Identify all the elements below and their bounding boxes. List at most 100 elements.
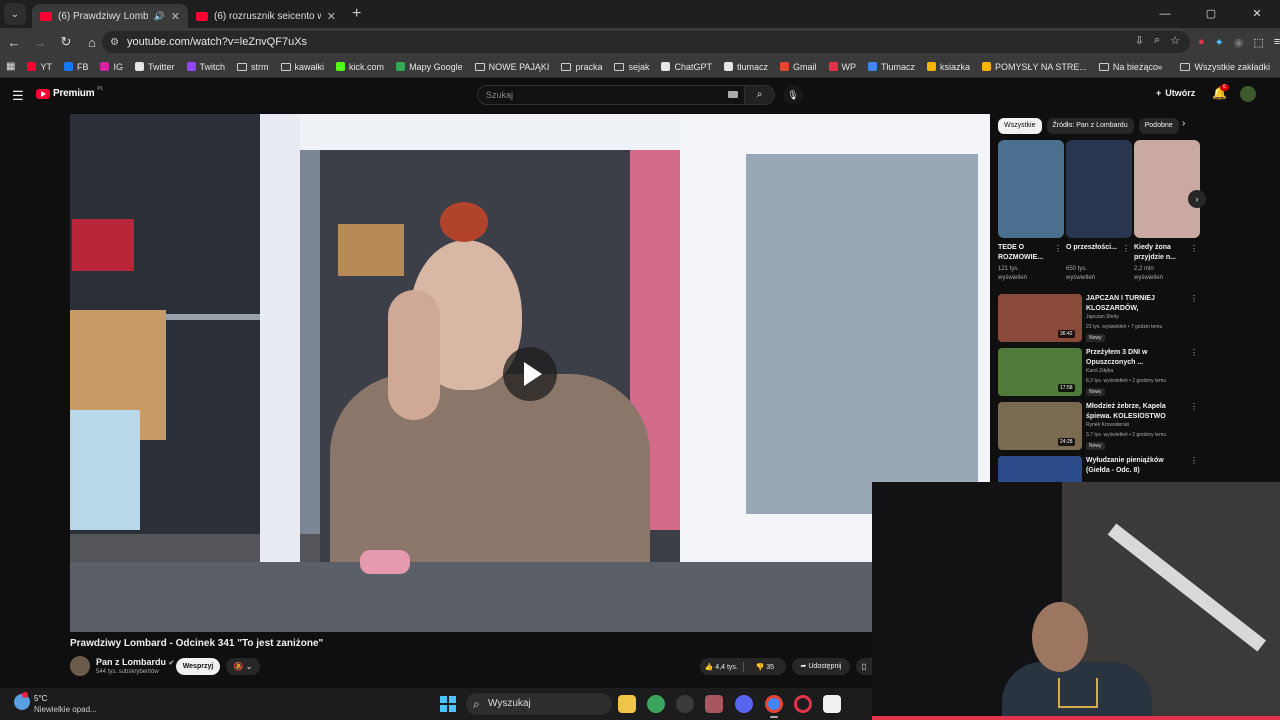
windows-start-icon[interactable] [440, 696, 456, 712]
close-tab-icon[interactable]: ✕ [327, 10, 336, 23]
bookmark-item[interactable]: tłumacz [723, 62, 768, 72]
play-button[interactable] [503, 347, 557, 401]
bookmark-item[interactable]: Tłumacz [868, 62, 915, 72]
short-thumbnail[interactable] [1134, 140, 1200, 238]
guide-menu-icon[interactable]: ☰ [12, 88, 24, 104]
keyboard-icon[interactable] [728, 91, 738, 98]
file-explorer-icon[interactable] [618, 695, 636, 713]
speaker-icon[interactable]: 🔊 [154, 11, 165, 22]
bookmark-star-icon[interactable]: ☆ [1170, 34, 1180, 47]
tab-search-button[interactable]: ⌄ [4, 3, 26, 25]
recommended-channel[interactable]: Rynek Krowoderski [1086, 422, 1129, 428]
subscription-bell-button[interactable]: 🔕 ⌄ [226, 658, 260, 675]
save-button[interactable]: ▯ [856, 658, 872, 675]
channel-avatar[interactable] [70, 656, 90, 676]
opera-icon[interactable] [794, 695, 812, 713]
recommended-channel[interactable]: Japczan Shoty [1086, 314, 1119, 320]
extensions-puzzle-icon[interactable]: ⬚ [1253, 36, 1263, 49]
youtube-logo[interactable]: Premium PL [36, 86, 104, 99]
recommended-title[interactable]: Młodzież żebrze, Kapela śpiewa. KOLESIOS… [1086, 402, 1186, 422]
restore-button[interactable]: ▢ [1188, 0, 1234, 28]
bookmark-item[interactable]: WP [828, 62, 856, 72]
short-item[interactable]: Kiedy żona przyjdzie n... 2,2 mln wyświet… [1134, 140, 1200, 283]
chrome-icon[interactable] [765, 695, 783, 713]
filter-chip[interactable]: Źródło: Pan z Lombardu [1046, 118, 1134, 134]
like-button[interactable]: 👍 4,4 tys. [700, 663, 743, 671]
shield-app-icon[interactable] [647, 695, 665, 713]
recommended-video[interactable]: 36:42 JAPCZAN I TURNIEJ KLOSZARDÓW, KRUSZ… [998, 294, 1198, 344]
extension-icon[interactable]: ✦ [1215, 36, 1224, 49]
account-avatar[interactable] [1240, 86, 1256, 102]
apps-grid-icon[interactable]: ▦ [6, 61, 15, 72]
bookmark-item[interactable]: IG [100, 62, 123, 72]
site-info-icon[interactable]: ⚙ [110, 37, 119, 48]
more-options-icon[interactable]: ⋮ [1190, 348, 1198, 357]
recommended-title[interactable]: Przeżyłem 3 DNI w Opuszczonych ... [1086, 348, 1186, 368]
close-window-button[interactable]: ✕ [1234, 0, 1280, 28]
bookmark-item[interactable]: ChatGPT [661, 62, 712, 72]
more-options-icon[interactable]: ⋮ [1190, 294, 1198, 303]
dislike-button[interactable]: 👎 35 [744, 663, 787, 671]
taskbar-search-input[interactable]: Wyszukaj [466, 693, 612, 715]
reading-list-icon[interactable]: ≡ [1274, 36, 1280, 48]
filter-chip[interactable]: Wszystkie [998, 118, 1042, 134]
recommended-channel[interactable]: Karol Zdęba [1086, 368, 1113, 374]
chevron-right-icon[interactable]: › [1182, 118, 1185, 129]
weather-temperature[interactable]: 5°C [34, 694, 47, 703]
bookmark-item[interactable]: FB [63, 62, 88, 72]
filter-chip[interactable]: Podobne [1138, 118, 1179, 134]
bookmark-item[interactable]: kawałki [280, 62, 324, 72]
support-button[interactable]: Wesprzyj [176, 658, 220, 675]
weather-description[interactable]: Niewielkie opad... [34, 705, 97, 714]
bookmark-item[interactable]: kick.com [336, 62, 384, 72]
short-title[interactable]: O przeszłości... [1066, 243, 1122, 263]
bookmark-item[interactable]: Gmail [780, 62, 817, 72]
minimize-button[interactable]: — [1142, 0, 1188, 28]
home-button[interactable]: ⌂ [80, 35, 104, 50]
photos-app-icon[interactable] [705, 695, 723, 713]
bookmark-item[interactable]: strm [237, 62, 269, 72]
all-bookmarks-folder[interactable]: Wszystkie zakładki [1180, 62, 1270, 72]
bookmark-item[interactable]: Twitter [135, 62, 175, 72]
bookmarks-more-button[interactable]: » [1157, 62, 1162, 72]
recommended-video[interactable]: 24:28 Młodzież żebrze, Kapela śpiewa. KOL… [998, 402, 1198, 452]
create-button[interactable]: + Utwórz [1156, 88, 1195, 98]
search-button[interactable]: ⌕ [745, 85, 775, 105]
forward-button[interactable]: → [28, 35, 52, 50]
steam-icon[interactable] [676, 695, 694, 713]
search-input[interactable]: Szukaj [477, 85, 745, 105]
app-icon[interactable] [823, 695, 841, 713]
more-options-icon[interactable]: ⋮ [1122, 244, 1130, 253]
voice-search-button[interactable]: 🎙 [783, 85, 803, 105]
short-item[interactable]: TEDE O ROZMOWIE... 121 tys. wyświetleń ⋮ [998, 140, 1064, 283]
new-tab-button[interactable]: + [352, 5, 361, 23]
video-player[interactable] [70, 114, 990, 632]
channel-name[interactable]: Pan z Lombardu ✔ [96, 657, 174, 667]
recommended-title[interactable]: Wyłudzanie pieniążków (Giełda - Odc. 8) [1086, 456, 1186, 476]
shorts-next-button[interactable]: › [1188, 190, 1206, 208]
short-thumbnail[interactable] [1066, 140, 1132, 238]
bookmark-item[interactable]: ksiazka [927, 62, 970, 72]
extension-icon[interactable]: ◉ [1234, 36, 1244, 49]
install-app-icon[interactable]: ⇩ [1135, 34, 1144, 47]
recommended-video[interactable]: 17:58 Przeżyłem 3 DNI w Opuszczonych ... K… [998, 348, 1198, 398]
more-options-icon[interactable]: ⋮ [1190, 456, 1198, 465]
url-text[interactable]: youtube.com/watch?v=leZnvQF7uXs [127, 36, 307, 48]
more-options-icon[interactable]: ⋮ [1190, 244, 1198, 253]
bookmark-item[interactable]: POMYSŁY NA STRE... [982, 62, 1087, 72]
short-item[interactable]: O przeszłości... 650 tys. wyświetleń ⋮ [1066, 140, 1132, 283]
bookmark-item[interactable]: Na bieżąco [1098, 62, 1158, 72]
share-button[interactable]: ➦ Udostępnij [792, 658, 850, 675]
bookmark-item[interactable]: YT [27, 62, 52, 72]
back-button[interactable]: ← [2, 35, 26, 50]
short-title[interactable]: Kiedy żona przyjdzie n... [1134, 243, 1190, 263]
record-extension-icon[interactable]: ● [1198, 36, 1205, 48]
short-title[interactable]: TEDE O ROZMOWIE... [998, 243, 1054, 263]
bookmark-item[interactable]: NOWE PAJĄKI [474, 62, 549, 72]
recommended-title[interactable]: JAPCZAN I TURNIEJ KLOSZARDÓW, KRUSZYNKA,… [1086, 294, 1186, 314]
more-options-icon[interactable]: ⋮ [1190, 402, 1198, 411]
zoom-icon[interactable]: ⌕ [1154, 34, 1160, 47]
bookmark-item[interactable]: pracka [561, 62, 602, 72]
bookmark-item[interactable]: Twitch [186, 62, 225, 72]
short-thumbnail[interactable] [998, 140, 1064, 238]
